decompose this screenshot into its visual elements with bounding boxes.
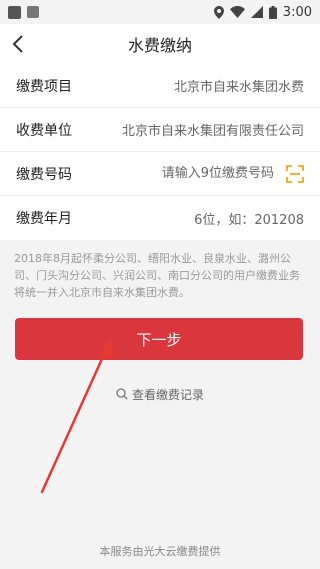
scan-icon[interactable] xyxy=(286,164,304,183)
next-step-button[interactable]: 下一步 xyxy=(15,318,303,360)
location-icon xyxy=(213,5,224,19)
chevron-left-icon xyxy=(12,35,23,53)
billing-month-label: 缴费年月 xyxy=(16,211,72,227)
search-icon xyxy=(116,388,128,400)
row-account-number: 缴费号码 xyxy=(0,152,320,196)
payment-item-label: 缴费项目 xyxy=(16,78,72,95)
row-payee: 收费单位 北京市自来水集团有限责任公司 xyxy=(0,108,320,152)
back-button[interactable] xyxy=(6,32,30,56)
status-bar: 3:00 xyxy=(0,0,320,24)
page-title: 水费缴纳 xyxy=(127,36,192,55)
row-billing-month[interactable]: 缴费年月 6位，如：201208 xyxy=(0,196,320,240)
service-provider-footer: 本服务由光大云缴费提供 xyxy=(99,545,221,558)
account-number-label: 缴费号码 xyxy=(16,166,72,183)
nav-bar: 水费缴纳 xyxy=(0,24,320,64)
view-payment-history-link[interactable]: 查看缴费记录 xyxy=(0,384,320,404)
battery-icon xyxy=(268,5,277,19)
wifi-icon xyxy=(229,6,245,18)
clock: 3:00 xyxy=(282,4,312,20)
billing-month-hint: 6位，如：201208 xyxy=(194,212,304,228)
service-notice: 2018年8月起怀柔分公司、缙阳水业、良泉水业、潞州公司、门头沟分公司、兴润公司… xyxy=(14,252,300,299)
payee-value: 北京市自来水集团有限责任公司 xyxy=(121,124,304,139)
history-label: 查看缴费记录 xyxy=(131,387,204,402)
payee-label: 收费单位 xyxy=(16,122,72,139)
signal-icon xyxy=(250,6,263,18)
payment-form: 缴费项目 北京市自来水集团水费 收费单位 北京市自来水集团有限责任公司 缴费号码… xyxy=(0,64,320,240)
message-notification-icon xyxy=(27,6,39,18)
account-number-input[interactable] xyxy=(124,166,274,181)
payment-item-value: 北京市自来水集团水费 xyxy=(173,80,304,95)
row-payment-item: 缴费项目 北京市自来水集团水费 xyxy=(0,64,320,108)
app-notification-icon xyxy=(8,5,21,19)
